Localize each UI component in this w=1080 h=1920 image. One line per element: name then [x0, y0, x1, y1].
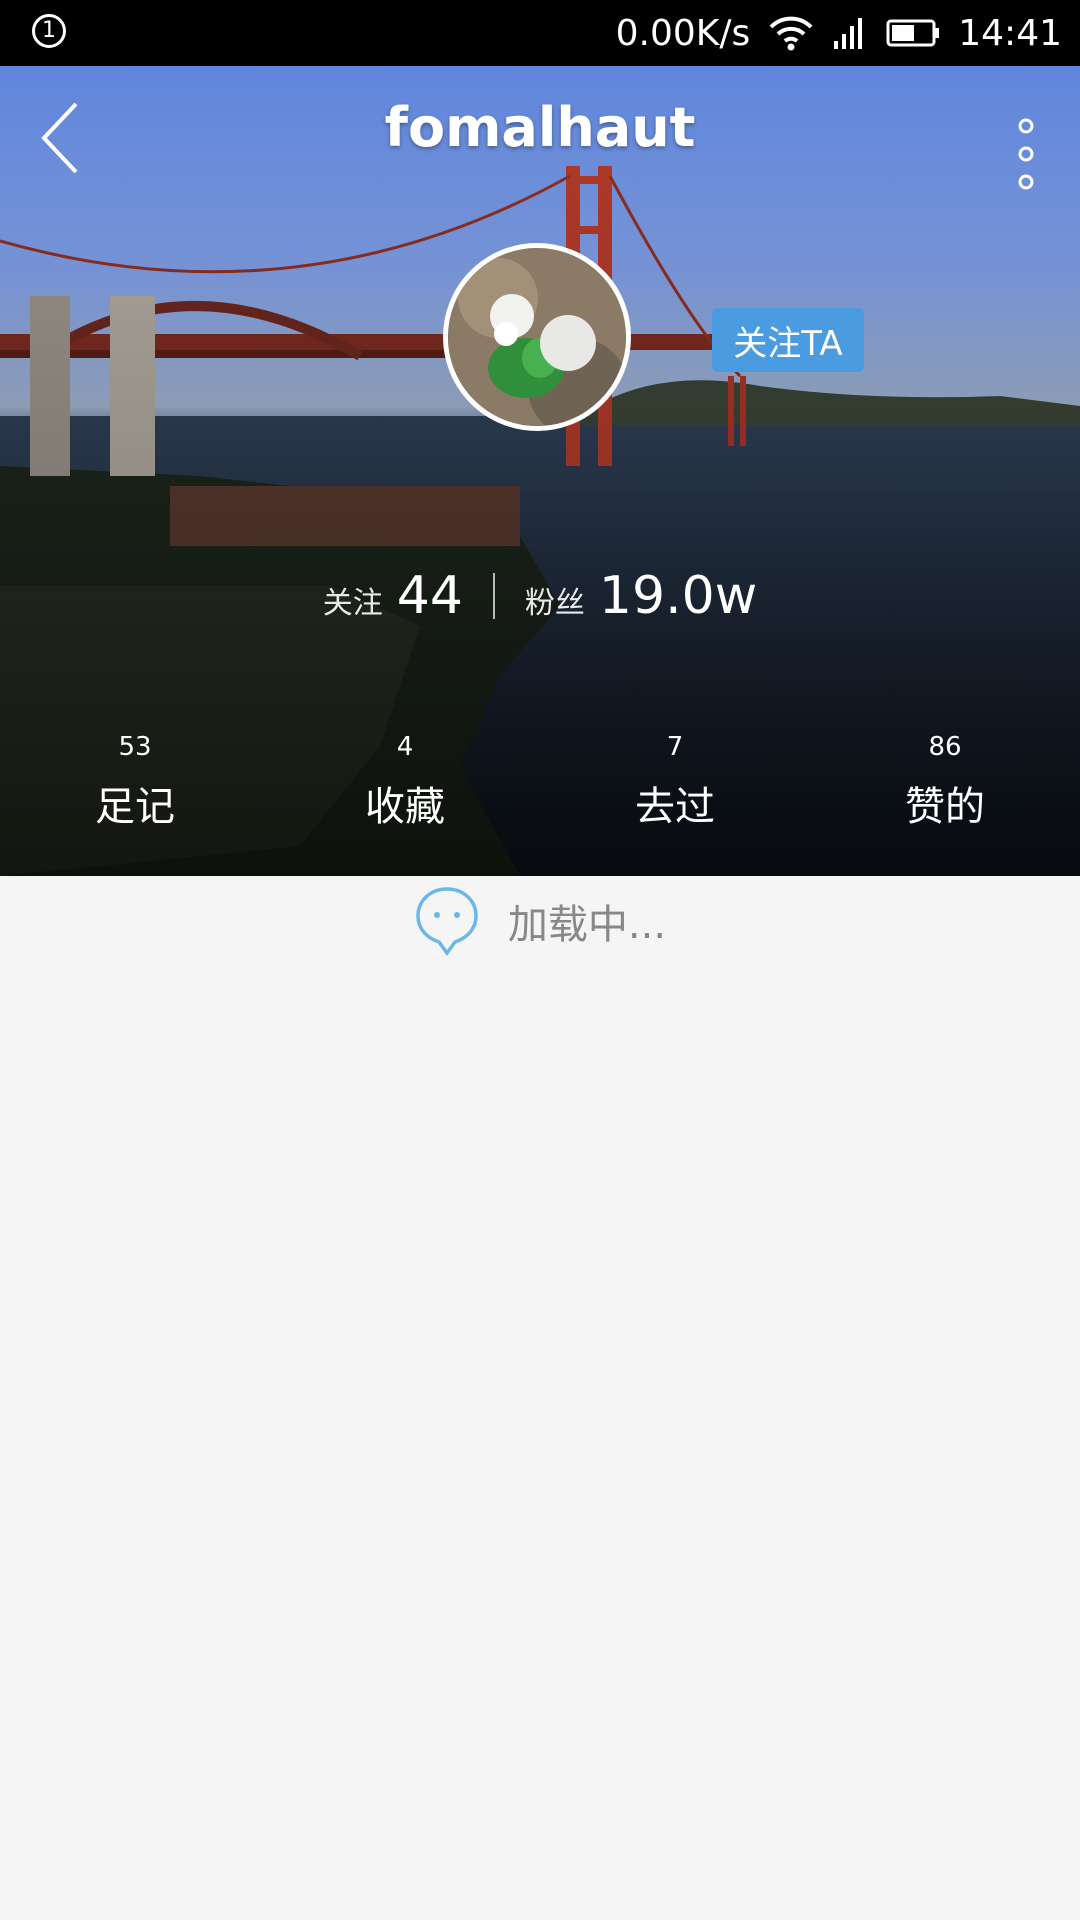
tab-liked[interactable]: 86 赞的 — [810, 726, 1080, 876]
following-label[interactable]: 关注 — [323, 578, 383, 622]
more-vertical-icon — [1018, 118, 1034, 190]
profile-header: fomalhaut 关注TA 关注 44 粉丝 19.0w 53 足记 4 收藏… — [0, 66, 1080, 876]
stats-divider — [492, 573, 495, 619]
tab-favorites[interactable]: 4 收藏 — [270, 726, 540, 876]
more-button[interactable] — [1002, 96, 1050, 196]
loading-indicator: 加载中... — [0, 876, 1080, 966]
tab-label: 收藏 — [365, 784, 445, 830]
loading-text: 加载中... — [507, 902, 667, 948]
followers-count[interactable]: 19.0w — [599, 566, 757, 626]
clock: 14:41 — [958, 12, 1062, 54]
network-speed: 0.00K/s — [615, 12, 751, 54]
tab-count: 4 — [396, 732, 414, 762]
avatar[interactable] — [443, 243, 631, 431]
speech-bubble-icon — [416, 887, 478, 956]
tab-count: 7 — [666, 732, 684, 762]
tab-footprints[interactable]: 53 足记 — [0, 726, 270, 876]
followers-label[interactable]: 粉丝 — [525, 578, 585, 622]
tab-label: 去过 — [635, 784, 715, 830]
follow-stats: 关注 44 粉丝 19.0w — [0, 566, 1080, 626]
signal-icon — [832, 15, 868, 51]
tab-visited[interactable]: 7 去过 — [540, 726, 810, 876]
page-title: fomalhaut — [384, 96, 696, 159]
tab-count: 53 — [118, 732, 152, 762]
battery-icon — [886, 18, 940, 48]
notification-indicator: 1 — [32, 14, 66, 48]
status-bar: 1 0.00K/s 14:41 — [0, 0, 1080, 66]
follow-button[interactable]: 关注TA — [712, 308, 864, 372]
notification-badge: 1 — [32, 14, 66, 48]
tab-count: 86 — [928, 732, 962, 762]
tab-label: 足记 — [95, 784, 175, 830]
profile-tabs: 53 足记 4 收藏 7 去过 86 赞的 — [0, 726, 1080, 876]
following-count[interactable]: 44 — [397, 566, 463, 626]
wifi-icon — [768, 14, 814, 52]
tab-label: 赞的 — [905, 784, 985, 830]
